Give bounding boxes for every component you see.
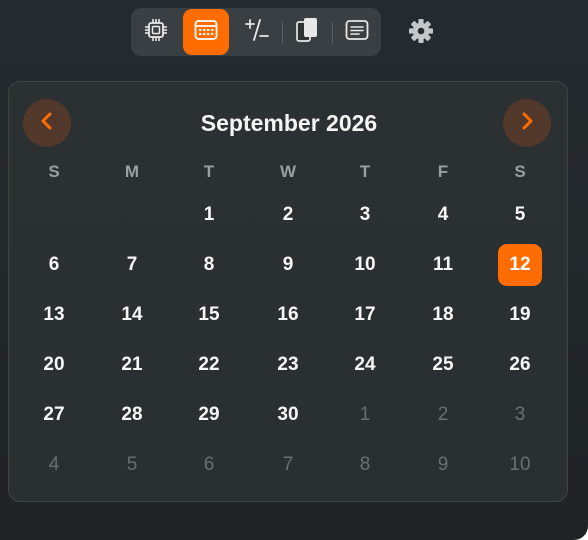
calendar-icon	[193, 18, 219, 47]
tab-cpu[interactable]	[133, 9, 179, 55]
day-cell[interactable]: 1	[187, 194, 231, 236]
day-cell-adjacent-month[interactable]: 4	[32, 444, 76, 486]
day-cell[interactable]: 29	[187, 394, 231, 436]
day-cell[interactable]: 24	[343, 344, 387, 386]
day-cell[interactable]: 6	[32, 244, 76, 286]
toolbar-divider	[282, 22, 283, 44]
weekday-label: S	[48, 162, 60, 181]
day-cell-adjacent-month[interactable]: 6	[187, 444, 231, 486]
day-cell[interactable]: 26	[498, 344, 542, 386]
notes-icon	[344, 18, 370, 47]
day-cell[interactable]: 3	[343, 194, 387, 236]
day-cell[interactable]: 25	[421, 344, 465, 386]
weekday-label: W	[279, 162, 297, 181]
calendar-panel: September 2026 SMTWTFS 1 2 3 4 5 6 7 8 9 10 11 12 13…	[8, 81, 568, 502]
day-cell[interactable]: 18	[421, 294, 465, 336]
tab-calendar[interactable]	[183, 9, 229, 55]
day-cell-adjacent-month[interactable]: 3	[498, 394, 542, 436]
day-cell[interactable]: 20	[32, 344, 76, 386]
day-cell-adjacent-month[interactable]: 8	[343, 444, 387, 486]
day-cell[interactable]: 21	[110, 344, 154, 386]
toolbar	[131, 8, 381, 56]
day-cell-adjacent-month[interactable]: 2	[421, 394, 465, 436]
day-cell[interactable]: 10	[343, 244, 387, 286]
tab-calculator[interactable]	[234, 9, 280, 55]
day-cell[interactable]: 27	[32, 394, 76, 436]
weekday-label: S	[514, 162, 526, 181]
gear-icon	[407, 17, 435, 50]
day-cell[interactable]: 8	[187, 244, 231, 286]
tab-clipboard[interactable]	[284, 9, 330, 55]
day-cell[interactable]: 17	[343, 294, 387, 336]
day-cell[interactable]: 2	[266, 194, 310, 236]
day-cell[interactable]: 15	[187, 294, 231, 336]
day-cell[interactable]: 22	[187, 344, 231, 386]
cpu-icon	[143, 17, 169, 48]
settings-button[interactable]	[404, 16, 438, 50]
previous-month-button[interactable]	[23, 99, 71, 147]
app-window: September 2026 SMTWTFS 1 2 3 4 5 6 7 8 9 10 11 12 13…	[0, 0, 588, 540]
chevron-left-icon	[37, 111, 57, 136]
weekday-label: T	[203, 162, 215, 181]
day-cell[interactable]: 16	[266, 294, 310, 336]
day-cell[interactable]: 23	[266, 344, 310, 386]
day-cell-adjacent-month[interactable]: 9	[421, 444, 465, 486]
day-cell[interactable]: 19	[498, 294, 542, 336]
weekday-label: M	[124, 162, 140, 181]
tab-notes[interactable]	[334, 9, 380, 55]
day-cell-adjacent-month[interactable]: 5	[110, 444, 154, 486]
month-title: September 2026	[200, 110, 378, 136]
day-cell[interactable]: 4	[421, 194, 465, 236]
chevron-right-icon	[517, 111, 537, 136]
day-cell-adjacent-month[interactable]: 10	[498, 444, 542, 486]
day-cell[interactable]: 7	[110, 244, 154, 286]
toolbar-divider	[332, 22, 333, 44]
day-cell[interactable]: 9	[266, 244, 310, 286]
weekday-label: F	[437, 162, 449, 181]
day-cell[interactable]: 5	[498, 194, 542, 236]
day-cell-adjacent-month[interactable]: 1	[343, 394, 387, 436]
day-cell-adjacent-month[interactable]: 7	[266, 444, 310, 486]
weekday-label: T	[359, 162, 371, 181]
day-cell[interactable]: 11	[421, 244, 465, 286]
day-cell[interactable]: 28	[110, 394, 154, 436]
next-month-button[interactable]	[503, 99, 551, 147]
day-cell-today[interactable]: 12	[498, 244, 542, 286]
plus-minus-icon	[243, 17, 271, 48]
clipboard-icon	[294, 15, 320, 50]
day-cell[interactable]: 13	[32, 294, 76, 336]
day-cell[interactable]: 14	[110, 294, 154, 336]
day-cell[interactable]: 30	[266, 394, 310, 436]
